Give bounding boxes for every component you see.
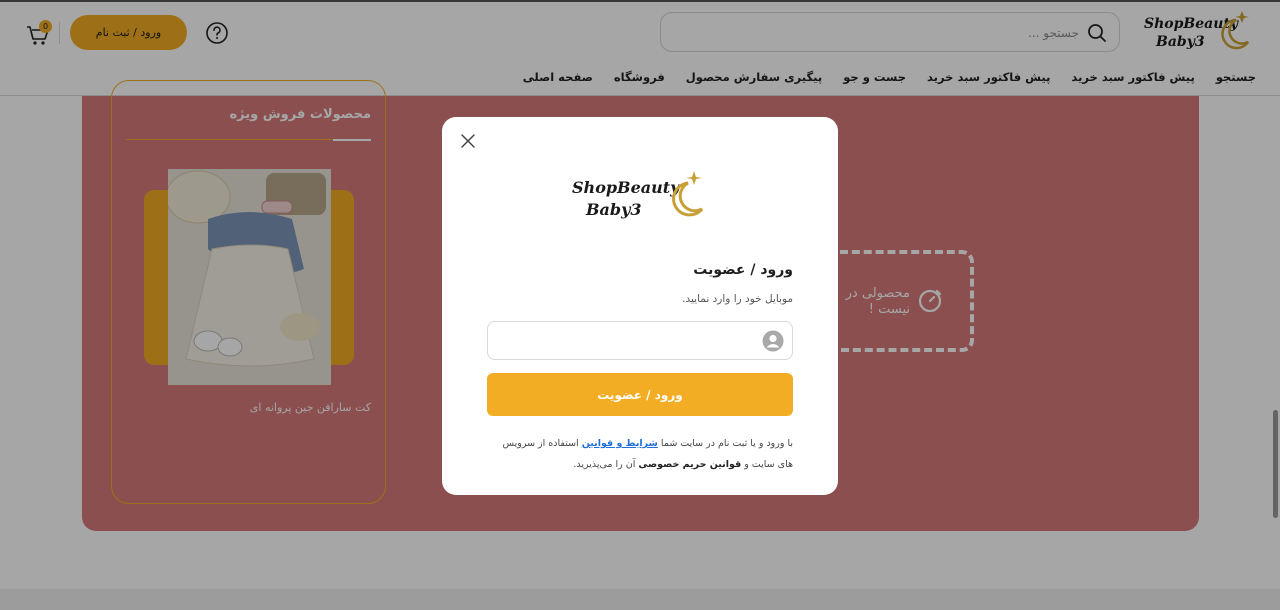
login-submit-button[interactable]: ورود / عضویت <box>487 373 793 416</box>
terms-link[interactable]: شرایط و قوانین <box>582 438 658 449</box>
user-icon <box>762 330 784 352</box>
terms-part3: آن را می‌پذیرید. <box>573 459 639 470</box>
close-icon[interactable] <box>460 133 476 149</box>
phone-input[interactable] <box>500 329 750 353</box>
modal-logo-text-line2: Baby3 <box>585 200 642 219</box>
phone-field <box>487 321 793 360</box>
modal-title: ورود / عضویت <box>693 262 793 278</box>
privacy-rules-text: قوانین حریم خصوصی <box>638 459 742 470</box>
modal-logo: ShopBeauty Baby3 <box>572 171 704 219</box>
terms-text: با ورود و یا ثبت نام در سایت شما شرایط و… <box>487 433 793 475</box>
modal-logo-text-line1: ShopBeauty <box>572 178 681 197</box>
modal-subtitle: موبایل خود را وارد نمایید. <box>682 293 793 305</box>
login-modal: ShopBeauty Baby3 ورود / عضویت موبایل خود… <box>442 117 838 495</box>
terms-part1: با ورود و یا ثبت نام در سایت شما <box>657 438 793 449</box>
